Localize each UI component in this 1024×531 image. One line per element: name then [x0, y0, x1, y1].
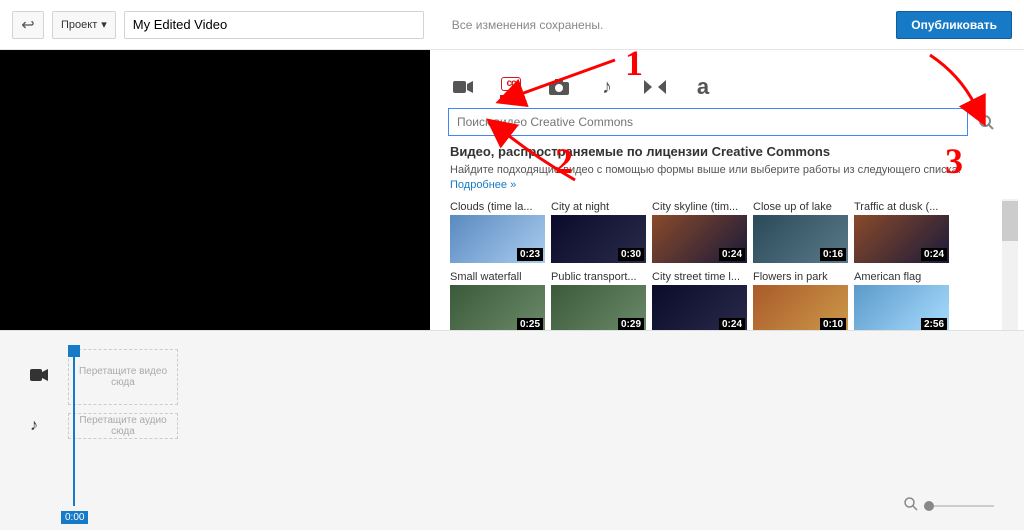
- chevron-down-icon: ▾: [101, 18, 107, 31]
- thumbnail-duration: 2:56: [921, 318, 947, 330]
- cc-heading: Видео, распространяемые по лицензии Crea…: [450, 144, 1016, 159]
- thumbnail[interactable]: City skyline (tim... 0:24: [652, 199, 747, 263]
- project-title-input[interactable]: [124, 11, 424, 39]
- thumbnail-title: American flag: [854, 269, 949, 285]
- timeline: 0:00 Перетащите видео сюда ♪ Перетащите …: [0, 330, 1024, 530]
- editor-main: cc ♪ a Видео, распространяемые по лиценз…: [0, 50, 1024, 330]
- back-icon: ↩: [21, 15, 34, 35]
- thumbnail-image: 0:25: [450, 285, 545, 330]
- video-track-icon: [30, 368, 50, 386]
- topbar: ↩ Проект ▾ Все изменения сохранены. Опуб…: [0, 0, 1024, 50]
- thumbnail[interactable]: Traffic at dusk (... 0:24: [854, 199, 949, 263]
- thumbnail-title: Small waterfall: [450, 269, 545, 285]
- thumbnail-duration: 0:29: [618, 318, 644, 330]
- scrollbar[interactable]: [1002, 199, 1018, 330]
- thumbnail-duration: 0:24: [719, 248, 745, 261]
- audio-drop-zone[interactable]: Перетащите аудио сюда: [68, 413, 178, 439]
- music-note-icon: ♪: [602, 76, 612, 99]
- tab-cc[interactable]: cc: [500, 76, 522, 98]
- cc-subtext: Найдите подходящие видео с помощью формы…: [450, 164, 961, 176]
- zoom-thumb[interactable]: [924, 501, 934, 511]
- playhead-time: 0:00: [61, 511, 88, 524]
- search-input[interactable]: [448, 108, 968, 136]
- thumbnail-title: Close up of lake: [753, 199, 848, 215]
- thumbnail-image: 0:29: [551, 285, 646, 330]
- save-status: Все изменения сохранены.: [452, 18, 889, 32]
- zoom-control: [904, 497, 994, 514]
- zoom-icon: [904, 497, 918, 514]
- tab-transition[interactable]: [644, 76, 666, 98]
- heading-block: Видео, распространяемые по лицензии Crea…: [448, 144, 1020, 199]
- search-button[interactable]: [972, 108, 1000, 136]
- audio-track: ♪ Перетащите аудио сюда: [30, 413, 994, 439]
- tab-audio[interactable]: ♪: [596, 76, 618, 98]
- project-dropdown[interactable]: Проект ▾: [52, 11, 116, 39]
- video-track: Перетащите видео сюда: [30, 349, 994, 405]
- thumbnail-title: Clouds (time la...: [450, 199, 545, 215]
- camera-icon: [549, 79, 569, 95]
- playhead[interactable]: 0:00: [73, 345, 75, 506]
- thumbnail[interactable]: Small waterfall 0:25: [450, 269, 545, 330]
- media-tabs: cc ♪ a: [448, 58, 1020, 108]
- project-dropdown-label: Проект: [61, 19, 97, 31]
- thumbnail-title: City street time l...: [652, 269, 747, 285]
- text-icon: a: [697, 74, 709, 100]
- thumbnail-title: City at night: [551, 199, 646, 215]
- search-row: [448, 108, 1020, 136]
- cc-icon: cc: [501, 77, 521, 91]
- thumbnail[interactable]: Close up of lake 0:16: [753, 199, 848, 263]
- tab-video[interactable]: [452, 76, 474, 98]
- thumbnail-image: 0:30: [551, 215, 646, 263]
- thumbnail-image: 0:24: [854, 215, 949, 263]
- thumbnail[interactable]: Clouds (time la... 0:23: [450, 199, 545, 263]
- thumbnail-duration: 0:23: [517, 248, 543, 261]
- video-drop-zone[interactable]: Перетащите видео сюда: [68, 349, 178, 405]
- publish-button[interactable]: Опубликовать: [896, 11, 1012, 39]
- thumbnail[interactable]: Public transport... 0:29: [551, 269, 646, 330]
- thumbnail-image: 0:10: [753, 285, 848, 330]
- thumbs-wrap: Clouds (time la...0:23City at night0:30C…: [448, 199, 1020, 330]
- thumbnail-title: City skyline (tim...: [652, 199, 747, 215]
- video-preview[interactable]: [0, 50, 430, 330]
- thumbnail-image: 0:24: [652, 215, 747, 263]
- thumbnail-title: Traffic at dusk (...: [854, 199, 949, 215]
- thumbnail-duration: 0:25: [517, 318, 543, 330]
- thumbnail-grid: Clouds (time la...0:23City at night0:30C…: [448, 199, 998, 330]
- thumbnail-duration: 0:24: [921, 248, 947, 261]
- thumbnail[interactable]: City at night 0:30: [551, 199, 646, 263]
- thumbnail-duration: 0:16: [820, 248, 846, 261]
- tab-text[interactable]: a: [692, 76, 714, 98]
- thumbnail-title: Public transport...: [551, 269, 646, 285]
- video-camera-icon: [453, 80, 473, 94]
- thumbnail-duration: 0:10: [820, 318, 846, 330]
- learn-more-link[interactable]: Подробнее »: [450, 179, 516, 191]
- thumbnail[interactable]: American flag 2:56: [854, 269, 949, 330]
- thumbnail-image: 0:24: [652, 285, 747, 330]
- tab-photo[interactable]: [548, 76, 570, 98]
- media-panel: cc ♪ a Видео, распространяемые по лиценз…: [430, 50, 1024, 330]
- thumbnail[interactable]: City street time l... 0:24: [652, 269, 747, 330]
- scrollbar-thumb[interactable]: [1002, 201, 1018, 241]
- thumbnail-image: 0:23: [450, 215, 545, 263]
- thumbnail-title: Flowers in park: [753, 269, 848, 285]
- back-button[interactable]: ↩: [12, 11, 44, 39]
- audio-track-icon: ♪: [30, 417, 50, 435]
- transition-icon: [644, 80, 666, 94]
- thumbnail[interactable]: Flowers in park 0:10: [753, 269, 848, 330]
- search-icon: [979, 115, 994, 130]
- zoom-slider[interactable]: [924, 505, 994, 507]
- thumbnail-duration: 0:24: [719, 318, 745, 330]
- thumbnail-duration: 0:30: [618, 248, 644, 261]
- playhead-handle[interactable]: [68, 345, 80, 357]
- thumbnail-image: 0:16: [753, 215, 848, 263]
- thumbnail-image: 2:56: [854, 285, 949, 330]
